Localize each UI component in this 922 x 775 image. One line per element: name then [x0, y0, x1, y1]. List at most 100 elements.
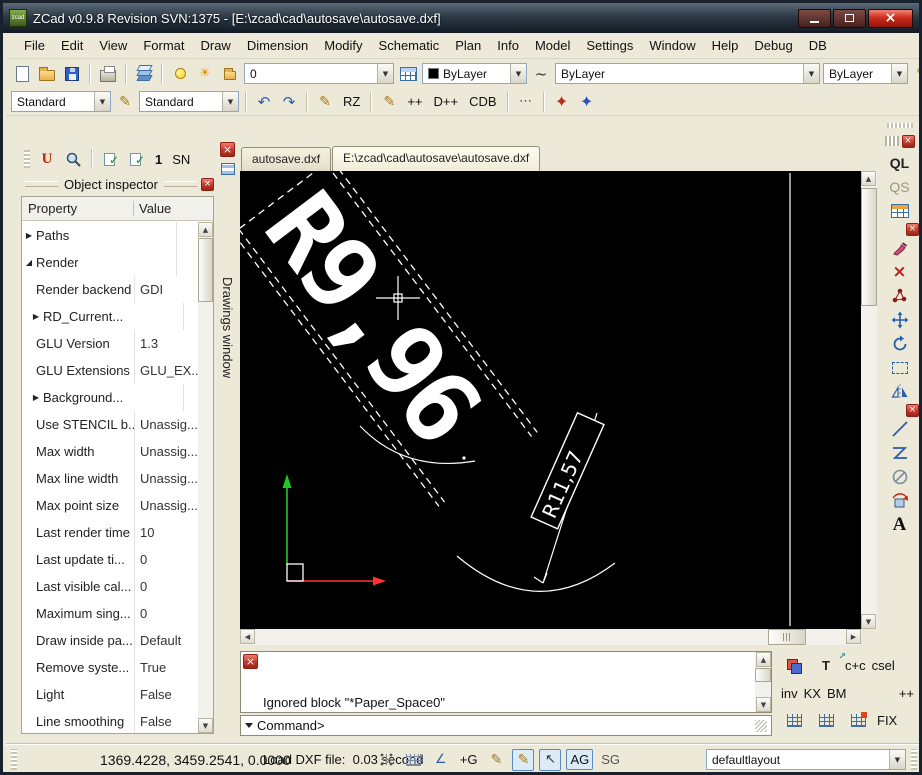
close-button[interactable]: × [868, 9, 913, 28]
table-row[interactable]: ◢Render [22, 249, 198, 276]
command-resize-grip[interactable] [755, 720, 767, 732]
scroll-up-button[interactable] [756, 652, 771, 667]
menu-model[interactable]: Model [527, 35, 578, 56]
c-plus-c-button[interactable]: c+c [845, 658, 866, 673]
table-row[interactable]: Line smoothingFalse [22, 708, 198, 733]
scrollbar-thumb[interactable] [755, 668, 771, 682]
statusbar-grip[interactable] [11, 749, 17, 770]
style-edit-icon[interactable] [114, 91, 136, 113]
property-value[interactable]: False [134, 681, 198, 708]
menu-window[interactable]: Window [641, 35, 703, 56]
table-row[interactable]: Last update ti...0 [22, 546, 198, 573]
chevron-down-icon[interactable]: ▼ [94, 92, 110, 111]
maximize-button[interactable] [833, 9, 866, 28]
property-value[interactable]: 0 [134, 600, 198, 627]
validate-icon-1[interactable] [100, 148, 122, 170]
table-row[interactable]: ▶RD_Current... [22, 303, 198, 330]
grid-mode-icon-2[interactable] [813, 709, 839, 733]
chevron-down-icon[interactable]: ▼ [510, 64, 526, 83]
property-value[interactable]: 1.3 [134, 330, 198, 357]
sg-toggle[interactable]: SG [598, 750, 623, 769]
print-button[interactable] [97, 63, 119, 85]
inspector-titlebar[interactable]: Object inspector [21, 174, 214, 194]
titlebar[interactable]: zcad ZCad v0.9.8 Revision SVN:1375 - [E:… [3, 3, 919, 33]
kx-button[interactable]: KX [804, 686, 821, 701]
polar-toggle[interactable] [430, 749, 452, 771]
layers-button[interactable] [133, 63, 155, 85]
fix-button[interactable]: FIX [877, 713, 897, 728]
property-value[interactable]: False [134, 708, 198, 733]
table-row[interactable]: ▶Paths [22, 222, 198, 249]
menu-help[interactable]: Help [704, 35, 747, 56]
validate-icon-2[interactable] [126, 148, 148, 170]
qs-button[interactable]: QS [887, 175, 913, 199]
scrollbar-thumb[interactable] [768, 629, 806, 645]
text-style-select[interactable]: Standard ▼ [11, 91, 111, 112]
table-row[interactable]: ▶Background... [22, 384, 198, 411]
otrack-toggle[interactable] [539, 749, 561, 771]
block-insert-button[interactable] [887, 199, 913, 223]
canvas-vscrollbar[interactable] [861, 171, 877, 629]
panel-grip[interactable] [25, 181, 58, 187]
menu-info[interactable]: Info [489, 35, 527, 56]
property-value[interactable]: GLU_EX... [134, 357, 198, 384]
tab-fullpath[interactable]: E:\zcad\cad\autosave\autosave.dxf [332, 146, 540, 171]
drawing-canvas[interactable]: R9,96 R11,57 [240, 171, 861, 629]
d-plus-plus-button[interactable]: D++ [430, 91, 463, 113]
property-value[interactable]: 10 [134, 519, 198, 546]
table-row[interactable]: Use STENCIL b...Unassig... [22, 411, 198, 438]
table-row[interactable]: Last render time10 [22, 519, 198, 546]
column-property[interactable]: Property [22, 201, 134, 216]
draw-mode-icon[interactable] [314, 91, 336, 113]
explode-button[interactable] [887, 284, 913, 308]
property-value[interactable]: 0 [134, 573, 198, 600]
ucs-icon[interactable]: U [36, 148, 58, 170]
edit-mode-icon[interactable] [378, 91, 400, 113]
point-marker[interactable] [462, 456, 465, 459]
text-move-icon[interactable]: T [813, 654, 839, 678]
expand-arrow[interactable]: ▶ [22, 231, 36, 240]
console-scrollbar[interactable] [755, 652, 771, 712]
toolbar-grip[interactable] [887, 123, 913, 128]
table-row[interactable]: Remove syste...True [22, 654, 198, 681]
toolbar-close-button[interactable] [902, 135, 915, 148]
menu-edit[interactable]: Edit [53, 35, 91, 56]
toolbar-close-button[interactable] [906, 223, 919, 236]
scroll-right-button[interactable] [846, 629, 861, 644]
menu-draw[interactable]: Draw [192, 35, 238, 56]
circle-tool-button[interactable] [887, 465, 913, 489]
layer-on-icon[interactable] [169, 63, 191, 85]
scrollbar-thumb[interactable] [861, 188, 877, 306]
orbit-3d-button[interactable] [887, 489, 913, 513]
menu-format[interactable]: Format [135, 35, 192, 56]
property-value[interactable] [176, 222, 198, 249]
dock-grip[interactable] [885, 136, 899, 146]
layer-select[interactable]: 0 ▼ [244, 63, 394, 84]
text-tool-button[interactable]: A [887, 513, 913, 537]
command-input-row[interactable]: Command> [240, 715, 772, 736]
table-row[interactable]: Max point sizeUnassig... [22, 492, 198, 519]
expand-arrow[interactable]: ◢ [22, 258, 36, 267]
blue-block-button[interactable] [576, 91, 598, 113]
command-input[interactable] [329, 716, 751, 735]
save-file-button[interactable] [61, 63, 83, 85]
paint-format-button[interactable] [887, 236, 913, 260]
table-row[interactable]: GLU ExtensionsGLU_EX... [22, 357, 198, 384]
menu-debug[interactable]: Debug [746, 35, 800, 56]
expand-arrow[interactable]: ▶ [22, 312, 43, 321]
mirror-button[interactable] [887, 380, 913, 404]
ag-toggle[interactable]: AG [566, 749, 593, 770]
property-value[interactable]: Unassig... [134, 411, 198, 438]
lineweight-select[interactable]: ByLayer ▼ [823, 63, 908, 84]
table-row[interactable]: GLU Version1.3 [22, 330, 198, 357]
dim-style-select[interactable]: Standard ▼ [139, 91, 239, 112]
property-value[interactable]: 0 [134, 546, 198, 573]
expand-arrow[interactable]: ▶ [22, 393, 43, 402]
layout-select[interactable]: defaultlayout ▼ [706, 749, 906, 770]
copy-paste-icon[interactable] [781, 654, 807, 678]
cdb-button[interactable]: CDB [465, 91, 500, 113]
menu-file[interactable]: File [16, 35, 53, 56]
property-value[interactable]: Unassig... [134, 465, 198, 492]
redo-button[interactable] [278, 91, 300, 113]
scroll-up-button[interactable] [198, 222, 213, 237]
